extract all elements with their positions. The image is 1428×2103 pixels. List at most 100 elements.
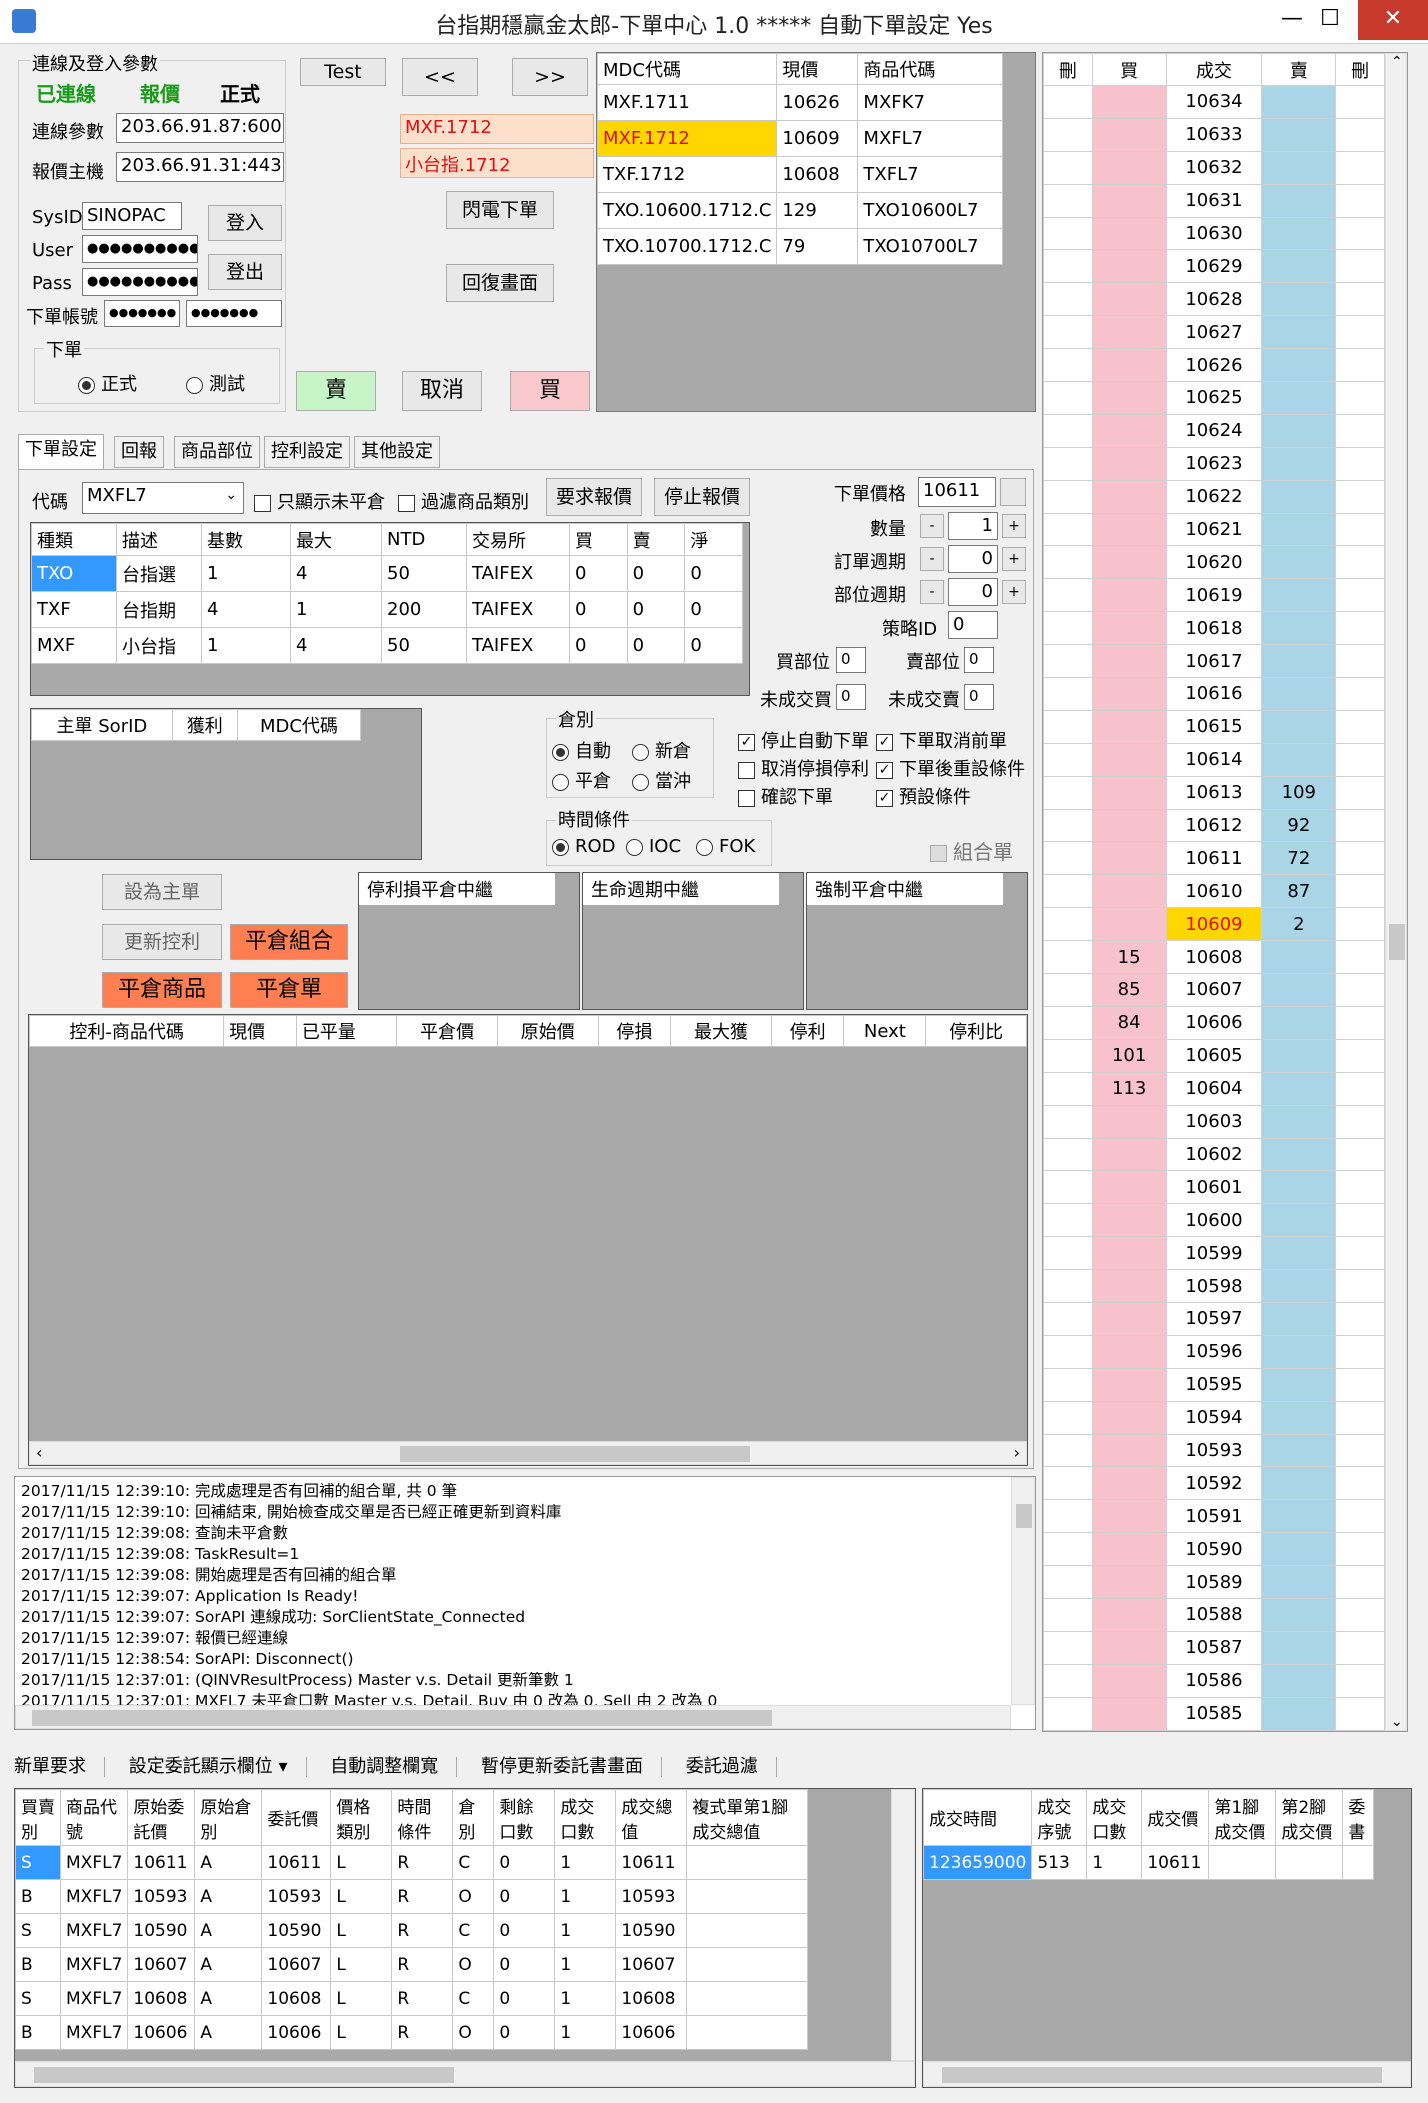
ladder-del-buy-cell[interactable] bbox=[1043, 216, 1093, 251]
ladder-del-sell-cell[interactable] bbox=[1335, 1071, 1385, 1106]
ladder-row[interactable]: 10585 bbox=[1043, 1696, 1385, 1731]
orders-row[interactable]: S MXFL7 10611 A 10611 L R C 0 1 10611 bbox=[15, 1845, 809, 1880]
ladder-sell-cell[interactable] bbox=[1261, 1630, 1337, 1665]
ladder-del-sell-cell[interactable] bbox=[1335, 1400, 1385, 1435]
ladder-row[interactable]: 10632 bbox=[1043, 150, 1385, 185]
sell-button[interactable]: 賣 bbox=[296, 371, 376, 411]
ladder-del-sell-cell[interactable] bbox=[1335, 808, 1385, 843]
ladder-row[interactable]: 10633 bbox=[1043, 117, 1385, 152]
fills-header[interactable]: 成交價 bbox=[1141, 1789, 1210, 1846]
ladder-del-sell-cell[interactable] bbox=[1335, 1367, 1385, 1402]
ladder-sell-cell[interactable] bbox=[1261, 216, 1337, 251]
orders-header[interactable]: 價格類別 bbox=[330, 1789, 393, 1846]
ladder-del-sell-cell[interactable] bbox=[1335, 479, 1385, 514]
ladder-sell-cell[interactable] bbox=[1261, 282, 1337, 317]
qty-input[interactable]: 1 bbox=[948, 512, 998, 540]
close-button[interactable]: ✕ bbox=[1358, 0, 1428, 40]
ladder-price-cell[interactable]: 10625 bbox=[1165, 381, 1263, 415]
ladder-del-buy-cell[interactable] bbox=[1043, 1696, 1093, 1731]
pos-cycle-input[interactable]: 0 bbox=[948, 578, 998, 606]
ladder-price-cell[interactable]: 10626 bbox=[1165, 348, 1263, 383]
ladder-del-sell-cell[interactable] bbox=[1335, 1038, 1385, 1073]
ladder-row[interactable]: 10598 bbox=[1043, 1269, 1385, 1303]
ladder-row[interactable]: 10634 bbox=[1043, 85, 1385, 119]
ladder-buy-cell[interactable] bbox=[1091, 545, 1167, 580]
ladder-row[interactable]: 10592 bbox=[1043, 1466, 1385, 1501]
ladder-del-sell-cell[interactable] bbox=[1335, 348, 1385, 383]
strategy-input[interactable]: 0 bbox=[948, 611, 998, 639]
ladder-price-cell[interactable]: 10619 bbox=[1165, 578, 1263, 613]
ladder-price-cell[interactable]: 10615 bbox=[1165, 709, 1263, 744]
ladder-row[interactable]: 10612 92 bbox=[1043, 808, 1385, 843]
ladder-sell-cell[interactable] bbox=[1261, 1696, 1337, 1731]
mdc-row[interactable]: MXF.1711 10626 MXFK7 bbox=[597, 84, 1003, 121]
control-header[interactable]: 平倉價 bbox=[396, 1015, 498, 1047]
orders-header[interactable]: 時間條件 bbox=[391, 1789, 454, 1846]
prev-button[interactable]: << bbox=[402, 58, 478, 96]
pos-cycle-minus[interactable]: - bbox=[920, 580, 944, 604]
ladder-sell-cell[interactable] bbox=[1261, 1433, 1337, 1468]
ladder-del-buy-cell[interactable] bbox=[1043, 381, 1093, 415]
ladder-sell-cell[interactable] bbox=[1261, 85, 1337, 119]
ladder-del-buy-cell[interactable] bbox=[1043, 1203, 1093, 1238]
ladder-del-sell-cell[interactable] bbox=[1335, 150, 1385, 185]
ladder-row[interactable]: 10617 bbox=[1043, 644, 1385, 679]
ladder-buy-cell[interactable]: 113 bbox=[1091, 1071, 1167, 1106]
ladder-buy-cell[interactable] bbox=[1091, 808, 1167, 843]
ladder-sell-cell[interactable] bbox=[1261, 315, 1337, 350]
ladder-del-buy-cell[interactable] bbox=[1043, 1005, 1093, 1040]
ladder-row[interactable]: 10622 bbox=[1043, 479, 1385, 514]
set-master-button[interactable]: 設為主單 bbox=[102, 874, 222, 910]
ladder-del-buy-cell[interactable] bbox=[1043, 117, 1093, 152]
chk-cancel-prev[interactable]: ✓ 下單取消前單 bbox=[876, 727, 1007, 753]
ladder-del-buy-cell[interactable] bbox=[1043, 1663, 1093, 1698]
ladder-del-buy-cell[interactable] bbox=[1043, 1236, 1093, 1271]
product-header[interactable]: 種類 bbox=[31, 523, 117, 556]
orders-hscroll[interactable] bbox=[15, 2061, 915, 2087]
ladder-row[interactable]: 10629 bbox=[1043, 249, 1385, 284]
ladder-del-buy-cell[interactable] bbox=[1043, 775, 1093, 810]
ladder-row[interactable]: 10593 bbox=[1043, 1433, 1385, 1468]
ladder-sell-cell[interactable] bbox=[1261, 742, 1337, 777]
next-button[interactable]: >> bbox=[512, 58, 588, 96]
ladder-buy-cell[interactable] bbox=[1091, 1269, 1167, 1303]
ladder-price-cell[interactable]: 10585 bbox=[1165, 1696, 1263, 1731]
ladder-price-cell[interactable]: 10586 bbox=[1165, 1663, 1263, 1698]
product-row[interactable]: TXF 台指期 4 1 200 TAIFEX 0 0 0 bbox=[31, 591, 743, 628]
ladder-row[interactable]: 10618 bbox=[1043, 611, 1385, 646]
ladder-del-buy-cell[interactable] bbox=[1043, 348, 1093, 383]
ladder-del-sell-cell[interactable] bbox=[1335, 446, 1385, 481]
ladder-del-sell-cell[interactable] bbox=[1335, 874, 1385, 909]
ladder-price-cell[interactable]: 10616 bbox=[1165, 677, 1263, 711]
ladder-row[interactable]: 10589 bbox=[1043, 1565, 1385, 1599]
ladder-buy-cell[interactable] bbox=[1091, 85, 1167, 119]
ladder-sell-cell[interactable] bbox=[1261, 545, 1337, 580]
ladder-del-buy-cell[interactable] bbox=[1043, 742, 1093, 777]
ladder-row[interactable]: 10620 bbox=[1043, 545, 1385, 580]
ladder-price-cell[interactable]: 10600 bbox=[1165, 1203, 1263, 1238]
ladder-price-cell[interactable]: 10587 bbox=[1165, 1630, 1263, 1665]
price-input[interactable]: 10611 bbox=[918, 477, 996, 507]
ladder-del-sell-cell[interactable] bbox=[1335, 1104, 1385, 1139]
ladder-buy-cell[interactable] bbox=[1091, 1367, 1167, 1402]
ladder-del-sell-cell[interactable] bbox=[1335, 775, 1385, 810]
ladder-buy-cell[interactable] bbox=[1091, 709, 1167, 744]
mdc-header[interactable]: 商品代碼 bbox=[857, 53, 1003, 85]
ladder-row[interactable]: 10614 bbox=[1043, 742, 1385, 777]
ladder-del-buy-cell[interactable] bbox=[1043, 1334, 1093, 1369]
stop-quote-button[interactable]: 停止報價 bbox=[654, 478, 750, 516]
ladder-price-cell[interactable]: 10614 bbox=[1165, 742, 1263, 777]
orders-header[interactable]: 委託價 bbox=[261, 1789, 332, 1846]
ladder-price-cell[interactable]: 10592 bbox=[1165, 1466, 1263, 1501]
ladder-row[interactable]: 10631 bbox=[1043, 183, 1385, 218]
new-order-button[interactable]: 新單要求 bbox=[14, 1756, 86, 1777]
ladder-buy-cell[interactable] bbox=[1091, 446, 1167, 481]
product-header[interactable]: 賣 bbox=[626, 523, 686, 556]
ladder-price-cell[interactable]: 10589 bbox=[1165, 1565, 1263, 1599]
ladder-row[interactable]: 113 10604 bbox=[1043, 1071, 1385, 1106]
ladder-del-buy-cell[interactable] bbox=[1043, 512, 1093, 547]
ladder-del-buy-cell[interactable] bbox=[1043, 183, 1093, 218]
ladder-buy-cell[interactable] bbox=[1091, 348, 1167, 383]
pause-update-button[interactable]: 暫停更新委託書畫面 bbox=[481, 1756, 643, 1777]
ladder-del-buy-cell[interactable] bbox=[1043, 1466, 1093, 1501]
